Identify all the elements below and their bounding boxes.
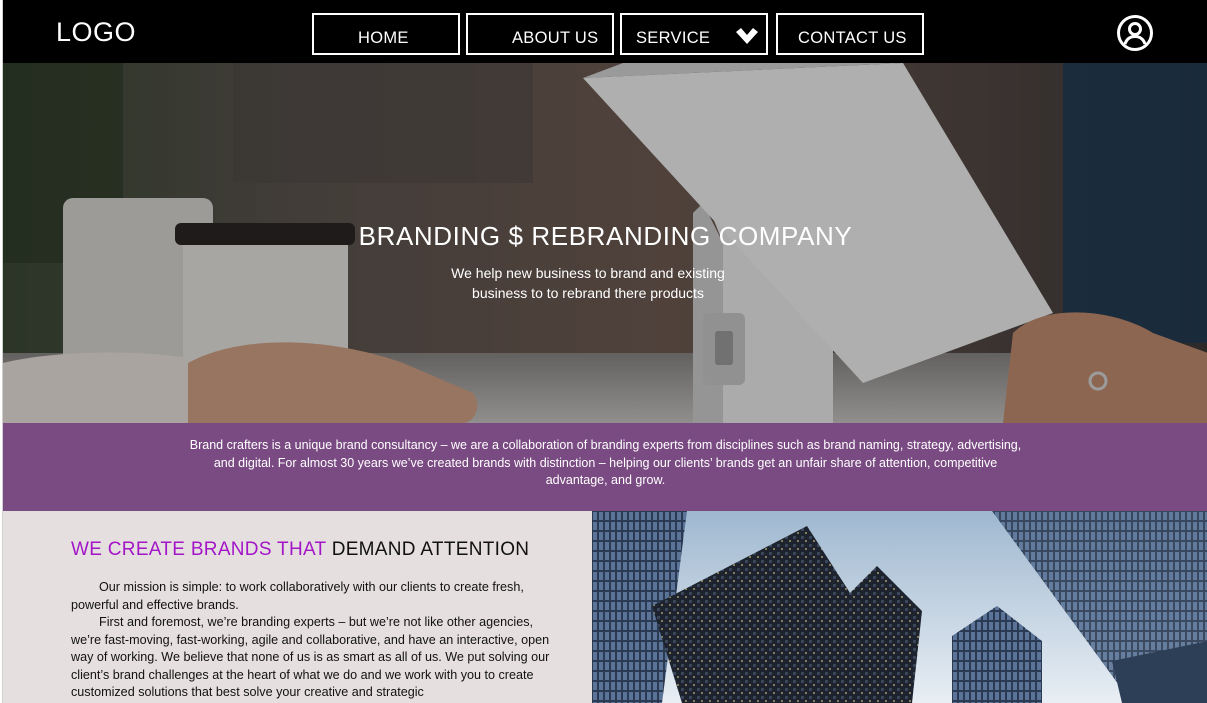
about-heading-dark: DEMAND ATTENTION [331,539,530,560]
skyscrapers-image [592,511,1207,703]
intro-text: Brand crafters is a unique brand consult… [189,438,1022,487]
about-paragraph-2: First and foremost, we’re branding exper… [71,615,550,699]
about-heading: WE CREATE BRANDS THAT DEMAND ATTENTION [71,539,529,561]
page-frame: LOGO HOME ABOUT US SERVICE CONTACT US BR… [2,0,1207,703]
hero-subtitle-line2: business to to rebrand there products [472,285,704,301]
about-section: WE CREATE BRANDS THAT DEMAND ATTENTION O… [3,511,592,703]
about-body: Our mission is simple: to work collabora… [71,579,561,702]
nav-about-button[interactable]: ABOUT US [466,13,614,55]
top-navbar: LOGO HOME ABOUT US SERVICE CONTACT US [3,0,1207,63]
nav-home-button[interactable]: HOME [312,13,460,55]
nav-about-label: ABOUT US [512,29,599,47]
nav-service-label: SERVICE [636,29,711,47]
hero-subtitle: We help new business to brand and existi… [433,263,743,303]
nav-service-dropdown[interactable]: SERVICE [620,13,768,55]
nav-contact-label: CONTACT US [798,29,907,47]
hero-subtitle-line1: We help new business to brand and existi… [451,265,725,281]
hero-banner: BRANDING $ REBRANDING COMPANY We help ne… [3,63,1207,423]
user-circle-icon[interactable] [1116,14,1154,52]
about-paragraph-1: Our mission is simple: to work collabora… [71,580,524,612]
hero-title: BRANDING $ REBRANDING COMPANY [358,221,853,251]
nav-contact-button[interactable]: CONTACT US [776,13,924,55]
intro-band: Brand crafters is a unique brand consult… [3,423,1207,511]
nav-home-label: HOME [358,29,409,47]
about-heading-accent: WE CREATE BRANDS THAT [71,539,327,560]
logo[interactable]: LOGO [56,17,136,48]
chevron-down-icon [736,28,758,44]
skyscrapers-illustration [592,511,1207,703]
